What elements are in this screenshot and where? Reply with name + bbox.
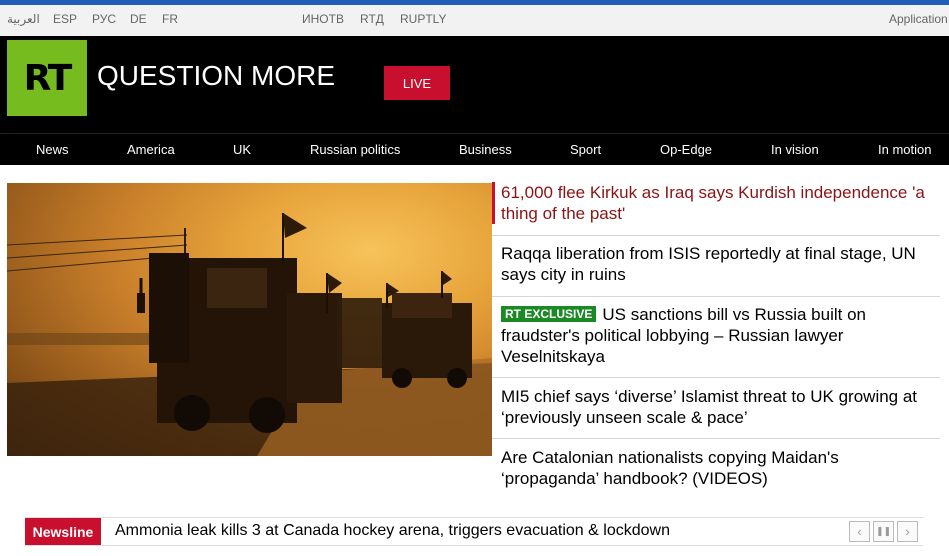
- logo-text: RT: [23, 57, 73, 99]
- ticker-pause-button[interactable]: ❚❚: [873, 521, 894, 542]
- slogan: QUESTION MORE: [97, 60, 336, 91]
- headline-raqqa[interactable]: Raqqa liberation from ISIS reportedly at…: [492, 243, 940, 285]
- nav-item-news[interactable]: News: [36, 142, 69, 157]
- headline-us-sanctions[interactable]: RT EXCLUSIVE US sanctions bill vs Russia …: [492, 304, 940, 367]
- link-inotv[interactable]: ИНОТВ: [302, 12, 344, 26]
- live-button[interactable]: LIVE: [384, 66, 450, 100]
- newsline-text[interactable]: Ammonia leak kills 3 at Canada hockey ar…: [115, 522, 670, 540]
- nav-item-in-vision[interactable]: In vision: [771, 142, 819, 157]
- lang-fr[interactable]: FR: [162, 12, 178, 26]
- hero-image[interactable]: [7, 183, 492, 456]
- language-bar: العربية ESP РУС DE FR ИНОТВ RTД RUPTLY A…: [0, 5, 949, 36]
- headline-catalonia[interactable]: Are Catalonian nationalists copying Maid…: [492, 447, 940, 489]
- ticker-next-button[interactable]: ›: [897, 521, 918, 542]
- main-nav: News America UK Russian politics Busines…: [0, 133, 949, 165]
- nav-item-business[interactable]: Business: [459, 142, 512, 157]
- headline-divider: [492, 438, 940, 439]
- nav-item-russian-politics[interactable]: Russian politics: [310, 142, 400, 157]
- applications-link[interactable]: Application: [889, 12, 948, 26]
- nav-item-uk[interactable]: UK: [233, 142, 251, 157]
- lang-de[interactable]: DE: [130, 12, 147, 26]
- newsline-ticker: Newsline Ammonia leak kills 3 at Canada …: [25, 517, 923, 546]
- lang-esp[interactable]: ESP: [53, 12, 77, 26]
- nav-item-in-motion[interactable]: In motion: [878, 142, 931, 157]
- nav-item-america[interactable]: America: [127, 142, 175, 157]
- ticker-prev-button[interactable]: ‹: [849, 521, 870, 542]
- headline-mi5[interactable]: MI5 chief says ‘diverse’ Islamist threat…: [492, 386, 940, 428]
- nav-item-op-edge[interactable]: Op-Edge: [660, 142, 712, 157]
- lang-arabic[interactable]: العربية: [7, 12, 40, 26]
- rt-exclusive-badge: RT EXCLUSIVE: [501, 306, 597, 322]
- headline-divider: [492, 377, 940, 378]
- link-ruptly[interactable]: RUPTLY: [400, 12, 446, 26]
- headline-divider: [492, 296, 940, 297]
- convoy-photo-icon: [7, 213, 492, 456]
- headline-divider: [492, 235, 940, 236]
- rt-logo[interactable]: RT: [7, 40, 87, 116]
- newsline-label: Newsline: [25, 518, 101, 545]
- nav-item-sport[interactable]: Sport: [570, 142, 601, 157]
- headline-kirkuk[interactable]: 61,000 flee Kirkuk as Iraq says Kurdish …: [492, 182, 940, 224]
- site-header: RT QUESTION MORE LIVE: [0, 36, 949, 133]
- lang-rus[interactable]: РУС: [92, 12, 116, 26]
- link-rtd[interactable]: RTД: [360, 12, 384, 26]
